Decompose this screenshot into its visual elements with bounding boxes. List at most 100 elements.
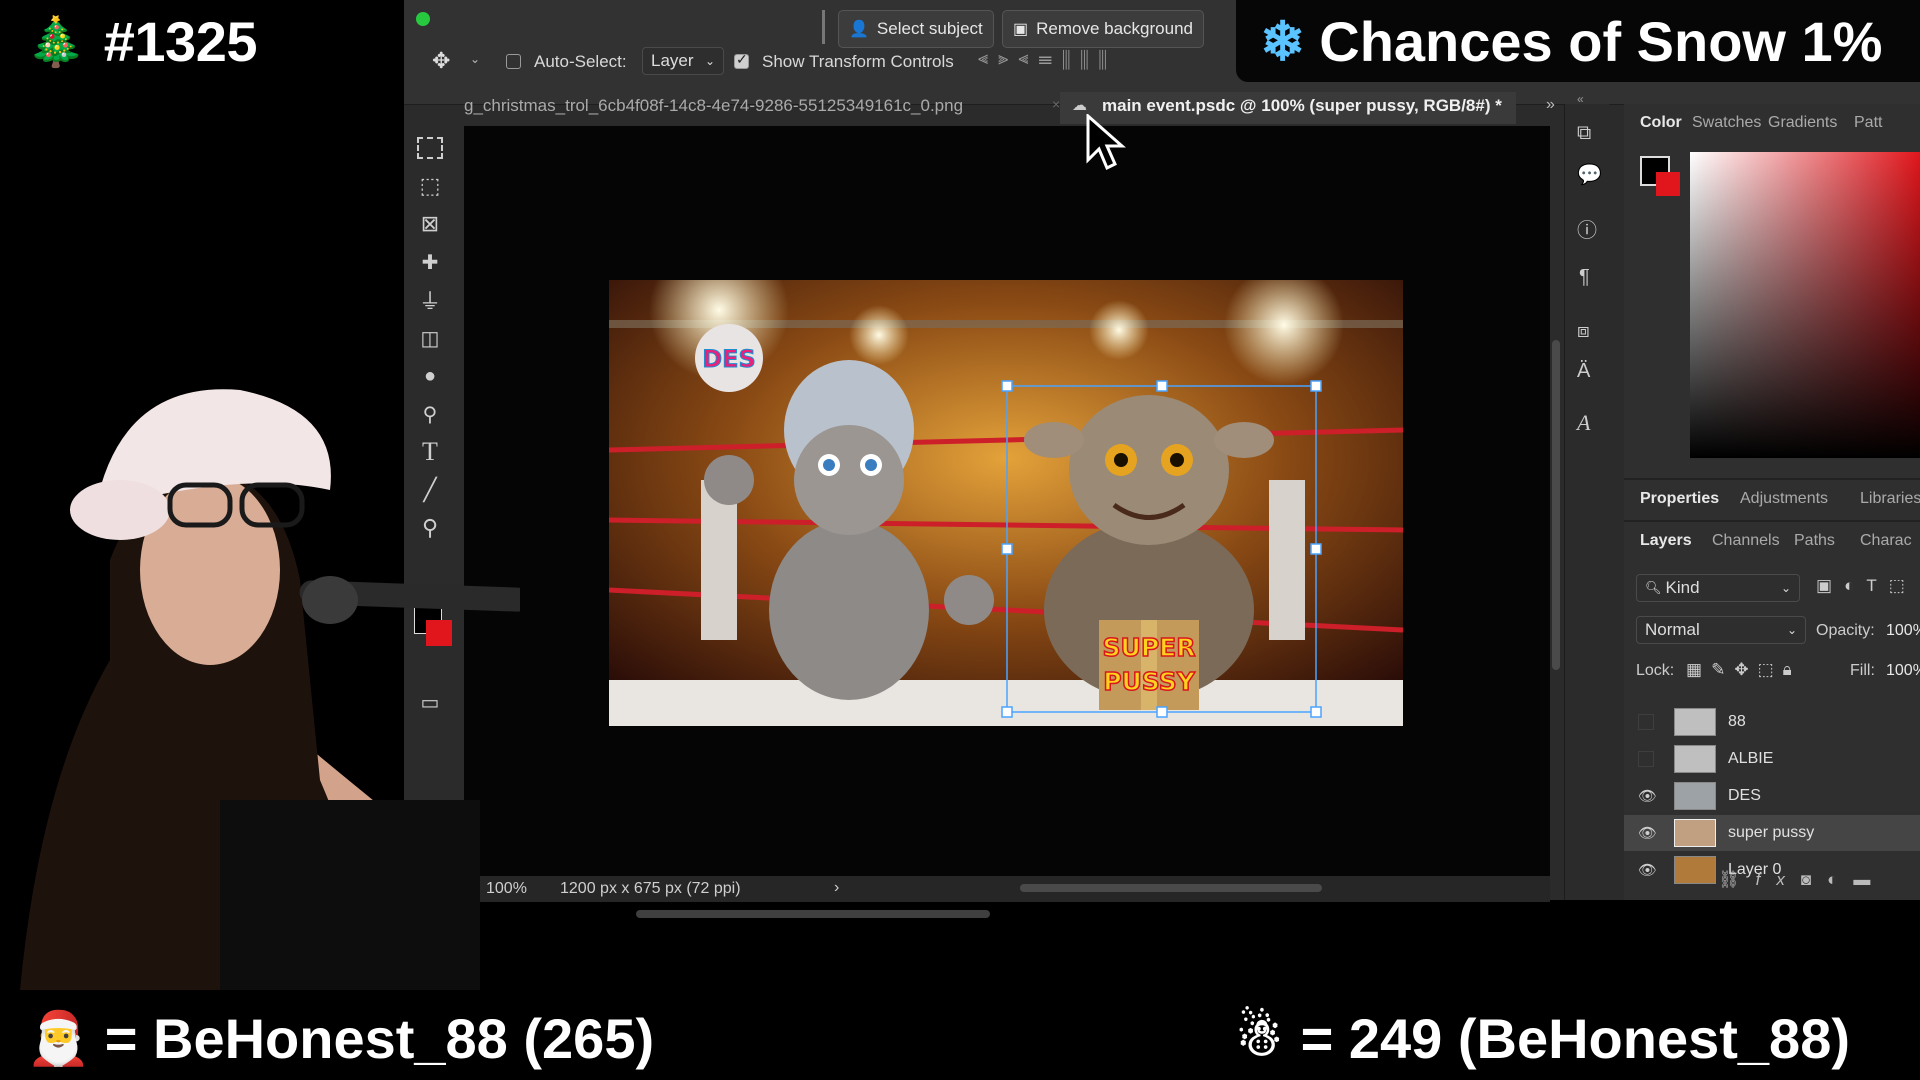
horizontal-scrollbar[interactable]	[1020, 884, 1322, 892]
layer-thumbnail	[1674, 856, 1716, 884]
select-subject-label: Select subject	[876, 19, 983, 38]
tab-adjustments[interactable]: Adjustments	[1740, 490, 1828, 508]
tool-preset-chevron-icon[interactable]: ⌄	[470, 52, 480, 66]
tab-paths[interactable]: Paths	[1794, 532, 1835, 550]
tab-libraries[interactable]: Libraries	[1860, 490, 1920, 508]
align-left-icon[interactable]: ⫷	[978, 48, 998, 68]
layer-row[interactable]: 👁 super pussy	[1624, 815, 1920, 851]
layer-thumbnail	[1674, 819, 1716, 847]
collapse-panels-icon[interactable]: «	[1577, 92, 1584, 106]
santa-emoji-icon: 🎅	[26, 1009, 91, 1068]
layer-name: super pussy	[1728, 824, 1815, 841]
tab-close-icon[interactable]: ×	[1052, 96, 1060, 112]
auto-select-target-value: Layer	[651, 51, 694, 70]
eye-icon[interactable]: 👁	[1638, 861, 1657, 879]
show-transform-controls-checkbox[interactable]	[734, 51, 749, 69]
align-middle-icon[interactable]: ⫼	[1080, 48, 1098, 68]
link-layers-icon[interactable]: ⛓	[1718, 870, 1756, 889]
move-tool-icon[interactable]: ✥	[432, 48, 450, 74]
eye-icon[interactable]: 👁	[1638, 824, 1657, 842]
add-mask-icon[interactable]: ◙	[1801, 870, 1827, 889]
auto-select-label: Auto-Select:	[534, 52, 627, 71]
layer-row[interactable]: 88	[1624, 704, 1920, 740]
clone-stamp-icon[interactable]: ⏚	[414, 284, 446, 316]
auto-select-target-dropdown[interactable]: Layer ⌄	[642, 47, 724, 75]
align-center-icon[interactable]: ⫸	[998, 48, 1018, 68]
snowman-leader-text: = 249 (BeHonest_88)	[1300, 1006, 1850, 1070]
layer-thumbnail	[1674, 782, 1716, 810]
frame-tool-icon[interactable]: ⊠	[414, 208, 446, 240]
visibility-off-placeholder[interactable]	[1638, 714, 1654, 730]
tab-gradients[interactable]: Gradients	[1768, 114, 1837, 132]
lock-artboard-icon[interactable]: ⬚	[1758, 660, 1783, 679]
character-styles-icon[interactable]: Ä	[1577, 360, 1590, 383]
chevron-down-icon: ⌄	[1780, 581, 1791, 595]
lock-paint-icon[interactable]: ✎	[1711, 660, 1734, 679]
clone-source-icon[interactable]: ⧈	[1577, 320, 1590, 343]
status-chevron-icon[interactable]: ›	[834, 879, 839, 897]
layer-name: DES	[1728, 787, 1761, 804]
comments-icon[interactable]: 💬	[1577, 162, 1602, 187]
tab-character[interactable]: Charac	[1860, 532, 1912, 550]
select-subject-button[interactable]: 👤 Select subject	[838, 10, 994, 48]
align-bottom-icon[interactable]: ⫼	[1098, 48, 1116, 68]
new-group-icon[interactable]: ▬	[1853, 870, 1886, 889]
tab-overflow-icon[interactable]: »	[1546, 96, 1555, 114]
snow-chance-overlay: ❄ Chances of Snow 1%	[1236, 0, 1920, 82]
tab-color[interactable]: Color	[1640, 114, 1682, 132]
app-horizontal-scrollbar[interactable]	[636, 910, 990, 918]
artwork-image[interactable]: DES SUPER PUSSY	[609, 280, 1403, 726]
color-panel-bg-swatch[interactable]	[1656, 172, 1680, 196]
layer-row[interactable]: 👁 DES	[1624, 778, 1920, 814]
tab-swatches[interactable]: Swatches	[1692, 114, 1761, 132]
shape-filter-icon[interactable]: ⬚	[1889, 576, 1917, 595]
lock-all-icon[interactable]: 🔒︎	[1783, 660, 1801, 679]
wrestling-ring-artwork: DES SUPER PUSSY	[609, 280, 1403, 726]
tab-main-event[interactable]: main event.psdc @ 100% (super pussy, RGB…	[1102, 96, 1502, 116]
fx-icon[interactable]: fx	[1756, 870, 1801, 889]
type-filter-icon[interactable]: T	[1866, 576, 1888, 595]
tab-patterns[interactable]: Patt	[1854, 114, 1882, 132]
align-top-icon[interactable]: ⫼	[1062, 48, 1080, 68]
person-icon: 👤	[849, 21, 869, 38]
remove-background-button[interactable]: ▣ Remove background	[1002, 10, 1204, 48]
tab-inactive-png[interactable]: g_christmas_trol_6cb4f08f-14c8-4e74-9286…	[464, 96, 963, 116]
cloud-doc-icon: ☁	[1072, 97, 1087, 114]
marquee-tool-icon[interactable]	[414, 132, 446, 164]
tab-channels[interactable]: Channels	[1712, 532, 1780, 550]
tab-layers[interactable]: Layers	[1640, 532, 1692, 550]
object-selection-tool-icon[interactable]: ⬚	[414, 170, 446, 202]
panels: Color Swatches Gradients Patt Properties…	[1624, 104, 1920, 900]
snowman-leader-overlay: ☃ = 249 (BeHonest_88)	[1210, 996, 1920, 1080]
adjustment-layer-icon[interactable]: ◐	[1827, 870, 1853, 889]
paragraph-icon[interactable]: ¶	[1579, 266, 1590, 289]
show-transform-controls-label: Show Transform Controls	[762, 52, 954, 71]
info-icon[interactable]: ⓘ	[1577, 214, 1597, 243]
healing-brush-icon[interactable]: ✚	[414, 246, 446, 278]
layer-row[interactable]: ALBIE	[1624, 741, 1920, 777]
visibility-off-placeholder[interactable]	[1638, 751, 1654, 767]
snowman-icon: ☃	[1236, 1009, 1283, 1067]
glyphs-icon[interactable]: A	[1577, 410, 1590, 436]
adjustment-filter-icon[interactable]: ◐	[1844, 576, 1866, 595]
filter-kind-value: Kind	[1665, 578, 1700, 597]
eraser-icon[interactable]: ◫	[414, 322, 446, 354]
status-bar: 100% 1200 px x 675 px (72 ppi) ›	[464, 876, 1550, 902]
window-zoom-button[interactable]	[416, 12, 430, 26]
tab-properties[interactable]: Properties	[1640, 490, 1719, 508]
align-right-icon[interactable]: ⫷	[1018, 48, 1038, 68]
eye-icon[interactable]: 👁	[1638, 787, 1657, 805]
history-icon[interactable]: ⧉	[1577, 122, 1591, 145]
blend-mode-dropdown[interactable]: Normal ⌄	[1636, 616, 1806, 644]
lock-transparent-icon[interactable]: ▦	[1686, 660, 1711, 679]
fill-value[interactable]: 100%	[1886, 662, 1920, 680]
vertical-scrollbar[interactable]	[1552, 340, 1560, 670]
pixel-filter-icon[interactable]: ▣	[1816, 576, 1844, 595]
distribute-icon[interactable]: ☰	[1038, 48, 1062, 68]
panel-divider	[1624, 478, 1920, 480]
color-field[interactable]	[1690, 152, 1920, 458]
opacity-value[interactable]: 100%	[1886, 622, 1920, 640]
lock-position-icon[interactable]: ✥	[1734, 660, 1757, 679]
auto-select-checkbox[interactable]	[506, 54, 521, 69]
filter-kind-dropdown[interactable]: 🔍︎ Kind ⌄	[1636, 574, 1800, 602]
